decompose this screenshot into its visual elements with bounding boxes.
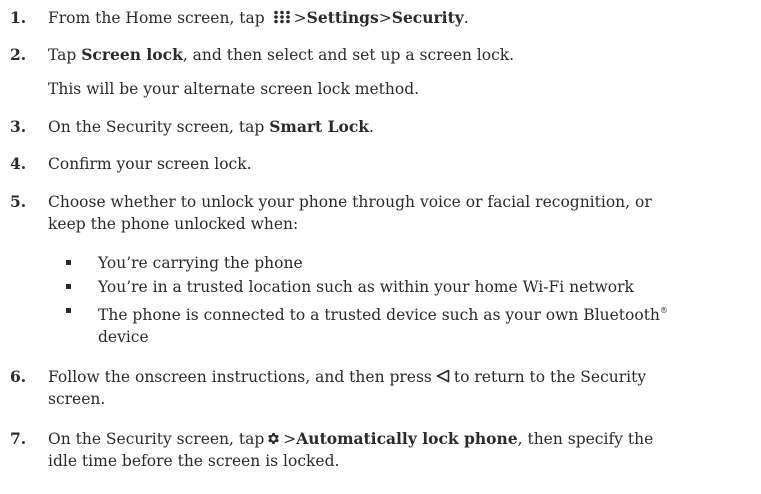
step-text: Confirm your screen lock.: [48, 153, 738, 175]
back-triangle-icon: [436, 367, 450, 383]
step-text-part: Choose whether to unlock your phone thro…: [48, 193, 652, 211]
instruction-document: 1. From the Home screen, tap >Settings>S…: [0, 0, 761, 494]
separator: >: [283, 430, 297, 448]
smart-lock-label: Smart Lock: [269, 117, 369, 136]
step-text-part: This will be your alternate screen lock …: [48, 80, 420, 98]
step-number: 5.: [10, 192, 27, 211]
step-text: Follow the onscreen instructions, and th…: [48, 366, 738, 410]
bullet-text-line: The phone is connected to a trusted devi…: [98, 306, 660, 324]
step-text-part: keep the phone unlocked when:: [48, 215, 299, 233]
step-number: 7.: [10, 429, 27, 448]
step-text-part: screen.: [48, 390, 106, 408]
step-number: 1.: [10, 8, 27, 27]
automatically-lock-phone-label: Automatically lock phone: [296, 429, 518, 448]
step-text-part: , and then select and set up a screen lo…: [182, 46, 515, 64]
period: .: [369, 118, 374, 136]
bullet-text-line: device: [98, 328, 149, 346]
gear-icon: [266, 430, 281, 445]
bullet-text: The phone is connected to a trusted devi…: [98, 300, 748, 348]
step-text-part: On the Security screen, tap: [48, 430, 265, 448]
step-text-part: On the Security screen, tap: [48, 118, 270, 136]
settings-label: Settings: [306, 8, 379, 27]
step-text-part: Confirm your screen lock.: [48, 155, 252, 173]
step-text: On the Security screen, tap Smart Lock.: [48, 116, 738, 138]
security-label: Security: [391, 8, 464, 27]
bullet-square-icon: [66, 284, 71, 289]
step-number: 2.: [10, 45, 27, 64]
registered-mark: ®: [659, 306, 668, 315]
bullet-square-icon: [66, 308, 71, 313]
step-number: 3.: [10, 117, 27, 136]
step-text-part: to return to the Security: [453, 368, 647, 386]
step-text-part: From the Home screen, tap: [48, 9, 265, 27]
screen-lock-label: Screen lock: [81, 45, 183, 64]
step-text: From the Home screen, tap >Settings>Secu…: [48, 7, 738, 29]
step-text-part: , then specify the: [517, 430, 654, 448]
step-text: Tap Screen lock, and then select and set…: [48, 44, 738, 100]
bullet-text: You’re carrying the phone: [98, 254, 303, 272]
step-number: 6.: [10, 367, 27, 386]
step-text: On the Security screen, tap >Automaticall…: [48, 428, 738, 472]
step-text-part: idle time before the screen is locked.: [48, 452, 340, 470]
separator: >: [293, 9, 307, 27]
period: .: [463, 9, 469, 27]
bullet-text: You’re in a trusted location such as wit…: [98, 278, 634, 296]
step-text: Choose whether to unlock your phone thro…: [48, 191, 738, 235]
step-text-part: Follow the onscreen instructions, and th…: [48, 368, 432, 386]
separator: >: [378, 9, 392, 27]
step-number: 4.: [10, 154, 27, 173]
apps-grid-icon: [273, 8, 291, 24]
step-text-part: Tap: [48, 46, 82, 64]
bullet-square-icon: [66, 260, 71, 265]
